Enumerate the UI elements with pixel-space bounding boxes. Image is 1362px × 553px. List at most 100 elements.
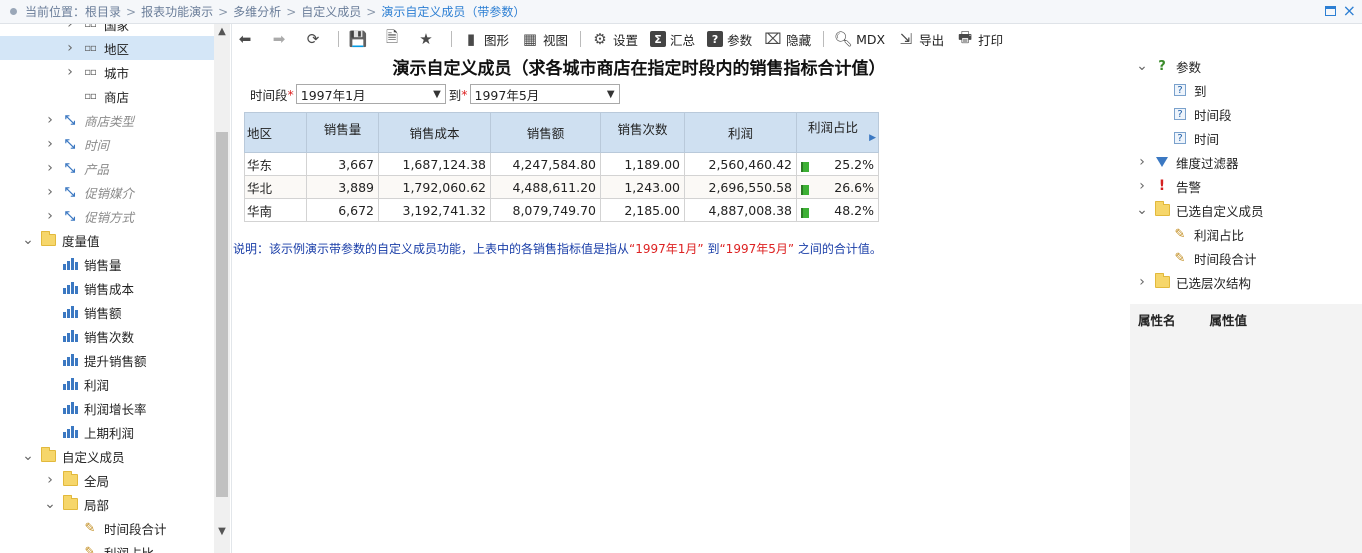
chevron-right-icon[interactable]: ›	[44, 184, 56, 200]
tree-item-label: 时间段合计	[104, 521, 167, 537]
back-button[interactable]: ⬅	[236, 30, 258, 48]
measure-icon	[62, 353, 78, 367]
value-cell: 26.6%	[796, 175, 879, 199]
tree-item[interactable]: ⌄ 局部	[0, 492, 214, 516]
mdx-button[interactable]: 🔍︎ MDX	[834, 30, 886, 48]
header-sales-cost[interactable]: 销售成本	[378, 112, 491, 153]
hide-label: 隐藏	[786, 32, 812, 48]
chevron-right-icon[interactable]: ›	[64, 64, 76, 80]
tree-item[interactable]: 上期利润	[0, 420, 214, 444]
region-cell[interactable]: 华东	[244, 152, 307, 176]
breadcrumb-item-report-demo[interactable]: 报表功能演示	[141, 3, 213, 20]
header-region[interactable]: 地区	[244, 112, 307, 153]
settings-button[interactable]: ⚙ 设置	[591, 30, 638, 49]
maximize-icon[interactable]	[1325, 6, 1336, 16]
tree-item[interactable]: 利润增长率	[0, 396, 214, 420]
tree-item-label: 利润增长率	[84, 401, 147, 417]
header-profit[interactable]: 利润	[684, 112, 797, 153]
breadcrumb-item-multidim[interactable]: 多维分析	[233, 3, 281, 20]
summary-button[interactable]: Σ 汇总	[650, 30, 695, 49]
chevron-right-icon[interactable]: ›	[1136, 274, 1148, 290]
tree-item[interactable]: › ⤡ 促销媒介	[0, 180, 214, 204]
data-table: 地区 销售量 销售成本 销售额 销售次数 利润 ▶ 利润占比 华东 3,667 1,…	[244, 112, 879, 222]
right-tree-item[interactable]: ⌄ 已选自定义成员	[1136, 198, 1264, 222]
toolbar-divider	[580, 31, 582, 47]
region-cell[interactable]: 华南	[244, 198, 307, 222]
right-tree-item[interactable]: ? 时间	[1172, 126, 1219, 150]
scroll-up-icon[interactable]: ▲	[214, 24, 230, 40]
tree-item[interactable]: › ▫▫ 城市	[0, 60, 214, 84]
print-button[interactable]: 🖶 打印	[956, 28, 1003, 49]
close-icon[interactable]: ×	[1343, 1, 1356, 21]
tree-item[interactable]: ✎ 时间段合计	[0, 516, 214, 540]
right-tree-item[interactable]: ⌄? 参数	[1136, 54, 1201, 78]
table-row: 华南 6,672 3,192,741.32 8,079,749.70 2,185.00 4…	[244, 198, 879, 222]
tree-item[interactable]: 提升销售额	[0, 348, 214, 372]
hide-button[interactable]: ⌧ 隐藏	[764, 30, 811, 49]
right-tree-item[interactable]: › 已选层次结构	[1136, 270, 1251, 294]
to-period-select[interactable]: 1997年5月 ▼	[469, 84, 620, 104]
right-tree-item[interactable]: › 维度过滤器	[1136, 150, 1238, 174]
tree-item[interactable]: 销售额	[0, 300, 214, 324]
forward-button[interactable]: ➡	[270, 30, 292, 48]
header-profit-ratio[interactable]: ▶ 利润占比	[796, 112, 879, 153]
chevron-right-icon[interactable]: ›	[44, 112, 56, 128]
refresh-button[interactable]: ⟳	[304, 30, 326, 48]
save-as-button[interactable]: 🗎	[383, 28, 405, 48]
to-label: 到	[448, 87, 462, 103]
chevron-right-icon[interactable]: ›	[44, 472, 56, 488]
chevron-right-icon[interactable]: ›	[1136, 178, 1148, 194]
right-tree-item[interactable]: ? 到	[1172, 78, 1207, 102]
from-period-select[interactable]: 1997年1月 ▼	[295, 84, 446, 104]
save-button[interactable]: 💾	[349, 30, 371, 48]
tree-item[interactable]: 销售成本	[0, 276, 214, 300]
right-tree-item[interactable]: ✎ 利润占比	[1172, 222, 1244, 246]
tree-item[interactable]: ✎ 利润占比	[0, 540, 214, 553]
chevron-down-icon[interactable]: ⌄	[44, 496, 56, 512]
tree-item[interactable]: 销售量	[0, 252, 214, 276]
chevron-right-icon[interactable]: ›	[1136, 154, 1148, 170]
chart-button[interactable]: ▮ 图形	[462, 30, 509, 49]
chevron-right-icon[interactable]: ›	[44, 136, 56, 152]
chevron-down-icon[interactable]: ⌄	[1136, 58, 1148, 74]
breadcrumb-item-root[interactable]: 根目录	[85, 3, 121, 20]
region-cell[interactable]: 华北	[244, 175, 307, 199]
breadcrumb-item-custom-member[interactable]: 自定义成员	[301, 3, 361, 20]
chevron-down-icon[interactable]: ⌄	[1136, 202, 1148, 218]
header-sales-qty[interactable]: 销售量	[306, 112, 379, 153]
tree-item[interactable]: › ⤡ 商店类型	[0, 108, 214, 132]
view-button[interactable]: ▦ 视图	[521, 30, 568, 49]
scroll-thumb[interactable]	[216, 132, 228, 497]
header-sales-amount[interactable]: 销售额	[490, 112, 601, 153]
right-tree-item[interactable]: ✎ 时间段合计	[1172, 246, 1257, 270]
chevron-right-icon[interactable]: ›	[44, 208, 56, 224]
tree-item[interactable]: › ⤡ 促销方式	[0, 204, 214, 228]
scroll-down-icon[interactable]: ▼	[214, 524, 230, 540]
export-button[interactable]: ⇲ 导出	[897, 30, 944, 49]
tree-item[interactable]: 销售次数	[0, 324, 214, 348]
right-tree-item[interactable]: ? 时间段	[1172, 102, 1232, 126]
chevron-right-icon[interactable]: ›	[44, 160, 56, 176]
tree-item[interactable]: ⌄ 自定义成员	[0, 444, 214, 468]
tree-item[interactable]: › ▫▫ 地区	[0, 36, 214, 60]
green-flag-icon	[801, 207, 809, 218]
params-button[interactable]: ? 参数	[707, 30, 752, 49]
tree-item[interactable]: 利润	[0, 372, 214, 396]
tree-item[interactable]: › 全局	[0, 468, 214, 492]
chevron-right-icon[interactable]: ›	[64, 40, 76, 56]
tree-item[interactable]: › ⤡ 产品	[0, 156, 214, 180]
custom-member-icon: ✎	[84, 544, 96, 553]
chevron-down-icon[interactable]: ⌄	[22, 232, 34, 248]
tree-item[interactable]: ⌄ 度量值	[0, 228, 214, 252]
tree-item-label: 促销媒介	[84, 185, 135, 201]
right-tree-item[interactable]: ›! 告警	[1136, 174, 1201, 198]
chevron-down-icon[interactable]: ⌄	[22, 448, 34, 464]
favorite-button[interactable]: ★	[417, 30, 439, 48]
header-sales-count[interactable]: 销售次数	[600, 112, 685, 153]
tree-item[interactable]: › ⤡ 时间	[0, 132, 214, 156]
expand-right-icon[interactable]: ▶	[869, 131, 876, 145]
tree-item[interactable]: › ▫▫ 国家	[0, 24, 214, 36]
left-scrollbar[interactable]: ▲ ▼	[214, 24, 230, 553]
chevron-right-icon[interactable]: ›	[64, 24, 76, 32]
tree-item[interactable]: ▫▫ 商店	[0, 84, 214, 108]
